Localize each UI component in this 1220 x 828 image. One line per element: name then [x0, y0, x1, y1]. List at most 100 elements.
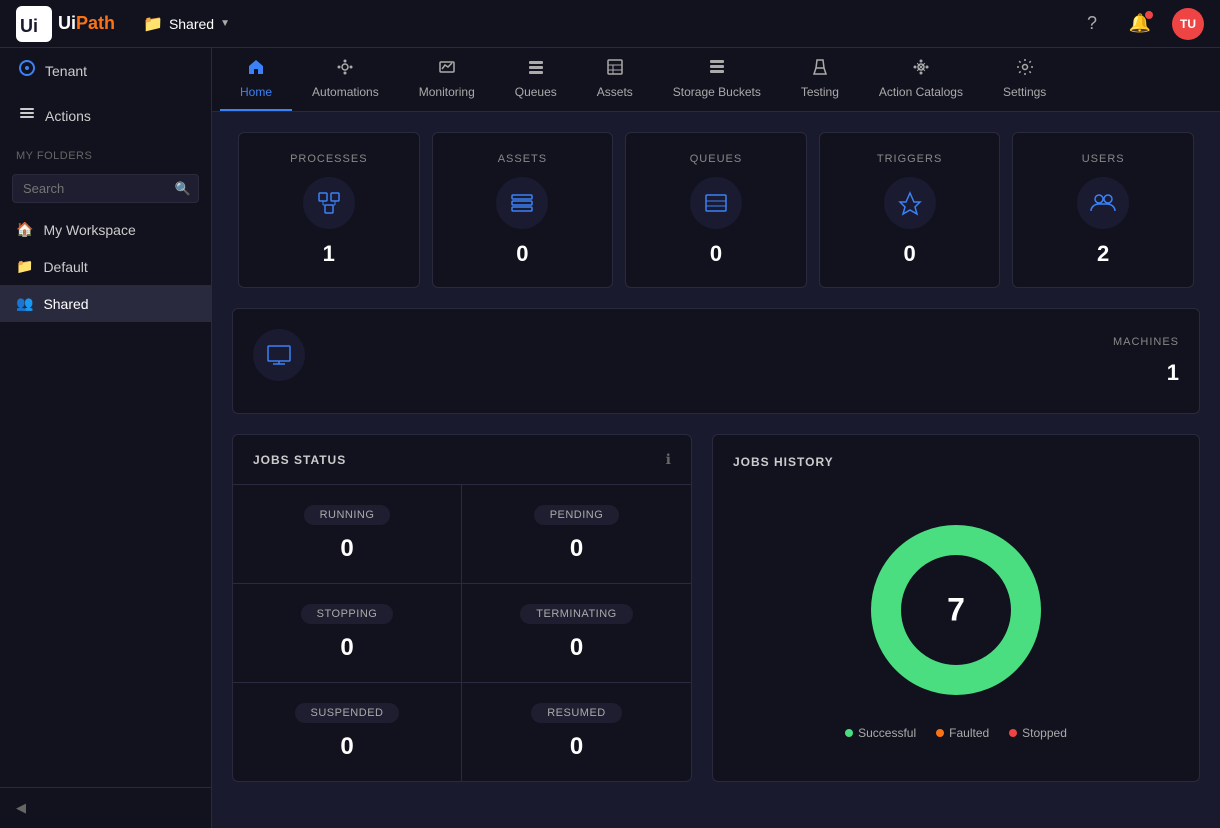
- breadcrumb-label: Shared: [169, 16, 214, 32]
- sidebar-item-actions-label: Actions: [45, 108, 91, 124]
- sidebar-item-default[interactable]: 📁 Default: [0, 248, 211, 285]
- sidebar-item-tenant[interactable]: Tenant: [0, 48, 211, 93]
- tab-storage-buckets[interactable]: Storage Buckets: [653, 48, 781, 111]
- job-count-terminating: 0: [570, 634, 583, 662]
- jobs-status-card: JOBS STATUS ℹ RUNNING 0 PENDING 0 STOPPI…: [232, 434, 692, 782]
- machines-card[interactable]: MACHINES 1: [232, 308, 1200, 414]
- tab-settings-label: Settings: [1003, 85, 1046, 99]
- job-badge-terminating: TERMINATING: [520, 604, 632, 624]
- job-count-resumed: 0: [570, 733, 583, 761]
- jobs-grid: RUNNING 0 PENDING 0 STOPPING 0 TERMINATI…: [233, 484, 691, 781]
- tab-automations[interactable]: Automations: [292, 48, 399, 111]
- search-container: 🔍: [0, 166, 211, 211]
- tab-home-label: Home: [240, 85, 272, 99]
- tab-monitoring-label: Monitoring: [419, 85, 475, 99]
- search-icon: 🔍: [175, 181, 191, 197]
- logo-text: UiPath: [58, 13, 115, 34]
- sidebar-item-tenant-label: Tenant: [45, 63, 87, 79]
- machines-label: MACHINES: [1113, 336, 1179, 348]
- machines-icon: [253, 329, 305, 381]
- sidebar-item-default-label: Default: [43, 259, 87, 275]
- job-cell-resumed: RESUMED 0: [462, 683, 691, 781]
- tab-assets-label: Assets: [597, 85, 633, 99]
- job-badge-running: RUNNING: [304, 505, 391, 525]
- stat-label-users: USERS: [1082, 153, 1125, 165]
- notification-button[interactable]: 🔔: [1124, 8, 1156, 40]
- stat-icon-processes: [303, 177, 355, 229]
- stat-card-triggers[interactable]: TRIGGERS 0: [819, 132, 1001, 288]
- tab-monitoring[interactable]: Monitoring: [399, 48, 495, 111]
- stat-value-users: 2: [1097, 241, 1109, 267]
- storage-buckets-tab-icon: [708, 58, 726, 81]
- shared-breadcrumb-button[interactable]: 📁 Shared ▼: [135, 10, 238, 38]
- stat-card-processes[interactable]: PROCESSES 1: [238, 132, 420, 288]
- stat-label-queues: QUEUES: [690, 153, 742, 165]
- assets-tab-icon: [606, 58, 624, 81]
- logo: Ui UiPath: [16, 6, 115, 42]
- job-badge-pending: PENDING: [534, 505, 620, 525]
- folder-icon: 📁: [143, 14, 163, 34]
- tab-testing-label: Testing: [801, 85, 839, 99]
- donut-legend: Successful Faulted Stopped: [845, 726, 1067, 740]
- jobs-history-title: JOBS HISTORY: [733, 455, 1179, 469]
- job-count-running: 0: [340, 535, 353, 563]
- chevron-down-icon: ▼: [220, 18, 230, 29]
- tab-home[interactable]: Home: [220, 48, 292, 111]
- notification-dot: [1145, 11, 1153, 19]
- stat-icon-users: [1077, 177, 1129, 229]
- tab-settings[interactable]: Settings: [983, 48, 1066, 111]
- settings-tab-icon: [1016, 58, 1034, 81]
- tenant-icon: [19, 60, 35, 81]
- tab-queues-label: Queues: [515, 85, 557, 99]
- tab-automations-label: Automations: [312, 85, 379, 99]
- search-input[interactable]: [12, 174, 199, 203]
- stat-label-assets: ASSETS: [498, 153, 547, 165]
- job-cell-running: RUNNING 0: [233, 485, 462, 584]
- job-cell-pending: PENDING 0: [462, 485, 691, 584]
- stat-label-processes: PROCESSES: [290, 153, 367, 165]
- collapse-button[interactable]: ◀: [0, 787, 211, 828]
- job-cell-suspended: SUSPENDED 0: [233, 683, 462, 781]
- tab-assets[interactable]: Assets: [577, 48, 653, 111]
- sidebar-item-shared-label: Shared: [43, 296, 88, 312]
- info-icon[interactable]: ℹ: [666, 451, 671, 468]
- stat-value-triggers: 0: [903, 241, 915, 267]
- default-folder-icon: 📁: [16, 258, 33, 275]
- svg-text:Ui: Ui: [20, 16, 38, 36]
- tab-action-catalogs[interactable]: Action Catalogs: [859, 48, 983, 111]
- legend-label-stopped: Stopped: [1022, 726, 1067, 740]
- action-catalogs-tab-icon: [912, 58, 930, 81]
- logo-ui: Ui: [58, 13, 76, 33]
- stat-value-queues: 0: [710, 241, 722, 267]
- tab-testing[interactable]: Testing: [781, 48, 859, 111]
- job-badge-resumed: RESUMED: [531, 703, 622, 723]
- sidebar-item-actions[interactable]: Actions: [0, 93, 211, 138]
- jobs-status-title: JOBS STATUS: [253, 453, 346, 467]
- legend-label-faulted: Faulted: [949, 726, 989, 740]
- help-button[interactable]: ?: [1076, 8, 1108, 40]
- sidebar-item-my-workspace[interactable]: 🏠 My Workspace: [0, 211, 211, 248]
- actions-icon: [19, 105, 35, 126]
- sidebar-item-shared[interactable]: 👥 Shared: [0, 285, 211, 322]
- legend-dot-faulted: [936, 729, 944, 737]
- machines-value: 1: [1167, 360, 1179, 386]
- legend-dot-successful: [845, 729, 853, 737]
- stat-card-queues[interactable]: QUEUES 0: [625, 132, 807, 288]
- stat-icon-queues: [690, 177, 742, 229]
- legend-item-faulted: Faulted: [936, 726, 989, 740]
- jobs-status-header: JOBS STATUS ℹ: [233, 435, 691, 484]
- main-content: Home Automations Monitoring Queues: [212, 48, 1220, 828]
- avatar[interactable]: TU: [1172, 8, 1204, 40]
- shared-folder-icon: 👥: [16, 295, 33, 312]
- sidebar-item-my-workspace-label: My Workspace: [43, 222, 135, 238]
- machines-right: MACHINES 1: [1113, 336, 1179, 386]
- tab-storage-buckets-label: Storage Buckets: [673, 85, 761, 99]
- my-folders-section-label: MY FOLDERS: [0, 138, 211, 166]
- legend-label-successful: Successful: [858, 726, 916, 740]
- stat-card-users[interactable]: USERS 2: [1012, 132, 1194, 288]
- stat-label-triggers: TRIGGERS: [877, 153, 942, 165]
- job-count-suspended: 0: [340, 733, 353, 761]
- stat-card-assets[interactable]: ASSETS 0: [432, 132, 614, 288]
- tab-queues[interactable]: Queues: [495, 48, 577, 111]
- machines-row: MACHINES 1: [212, 308, 1220, 434]
